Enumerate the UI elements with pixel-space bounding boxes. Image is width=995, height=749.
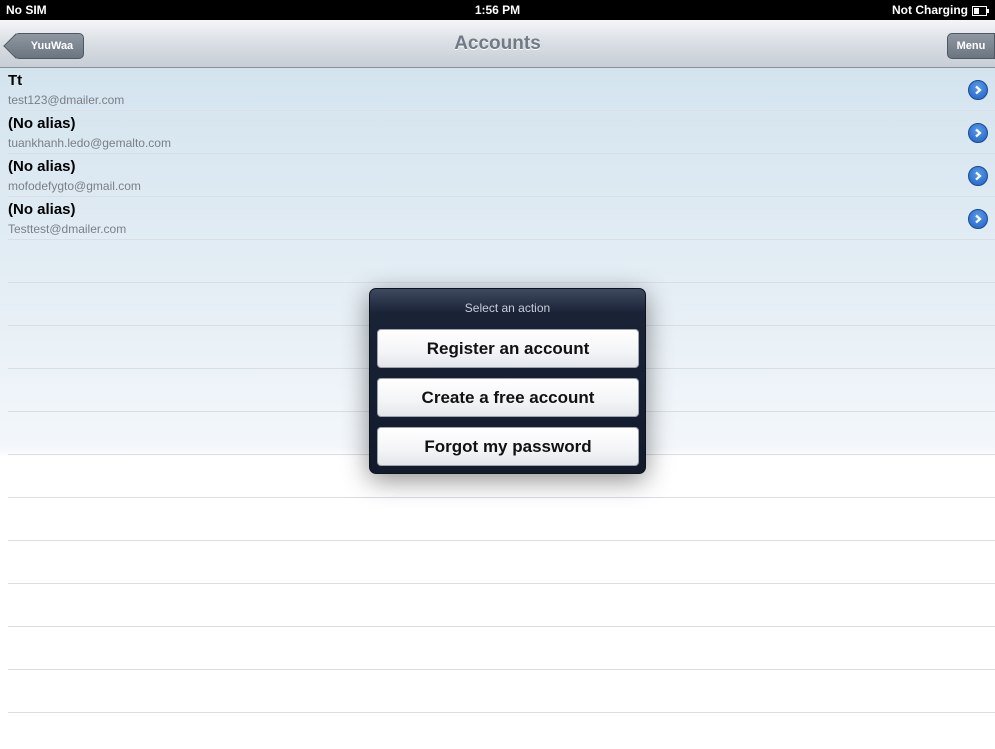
clock-label: 1:56 PM [474,3,521,17]
battery-text: Not Charging [892,3,968,17]
menu-button[interactable]: Menu [947,33,995,59]
page-title: Accounts [454,33,541,54]
battery-status: Not Charging [892,3,989,17]
account-row[interactable]: (No alias) mofodefygto@gmail.com [0,154,995,197]
account-email: mofodefygto@gmail.com [8,179,141,193]
account-email: tuankhanh.ledo@gemalto.com [8,136,171,150]
popover-title: Select an action [464,301,551,315]
forgot-password-button[interactable]: Forgot my password [377,427,639,466]
account-alias: (No alias) [8,201,76,218]
status-bar: No SIM 1:56 PM Not Charging [0,0,995,20]
register-account-button[interactable]: Register an account [377,329,639,368]
account-row[interactable]: (No alias) tuankhanh.ledo@gemalto.com [0,111,995,154]
account-alias: (No alias) [8,158,76,175]
account-row[interactable]: Tt test123@dmailer.com [0,68,995,111]
empty-row [0,584,995,627]
detail-disclosure-icon[interactable] [968,123,988,143]
account-row[interactable]: (No alias) Testtest@dmailer.com [0,197,995,240]
battery-icon [972,5,989,16]
carrier-label: No SIM [6,3,47,17]
empty-row [0,498,995,541]
empty-row [0,627,995,670]
row-divider [8,712,995,713]
empty-row [0,541,995,584]
account-alias: Tt [8,72,23,89]
account-email: test123@dmailer.com [8,93,125,107]
detail-disclosure-icon[interactable] [968,80,988,100]
create-free-account-button[interactable]: Create a free account [377,378,639,417]
empty-row [0,670,995,713]
navigation-bar: YuuWaa Accounts Menu [0,20,995,68]
account-alias: (No alias) [8,115,76,132]
detail-disclosure-icon[interactable] [968,209,988,229]
action-popover: Select an action Register an account Cre… [369,288,646,474]
detail-disclosure-icon[interactable] [968,166,988,186]
account-email: Testtest@dmailer.com [8,222,127,236]
back-button-label: YuuWaa [30,40,74,52]
empty-row [0,240,995,283]
